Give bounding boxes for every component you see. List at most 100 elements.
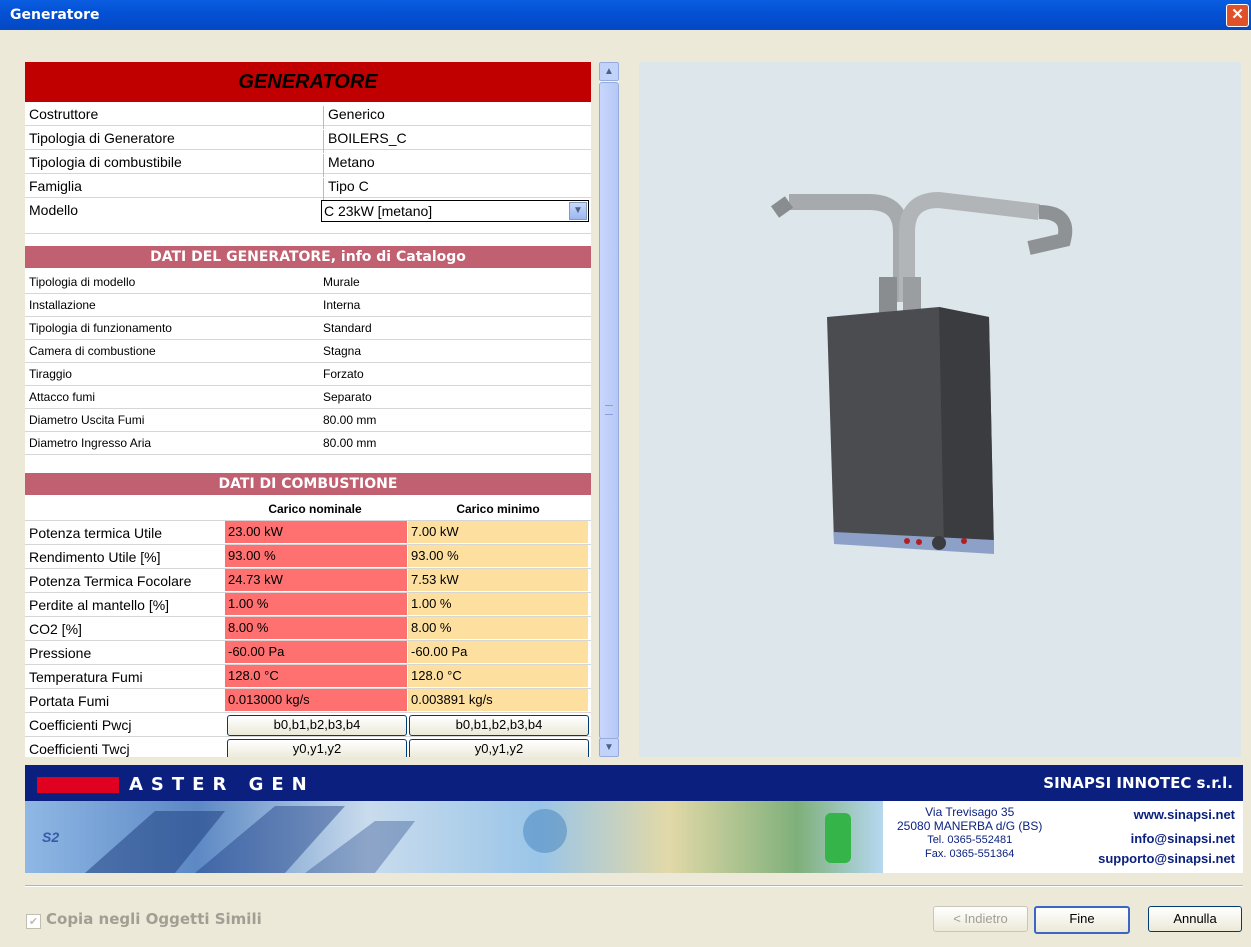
combustion-column-headers: Carico nominale Carico minimo <box>25 498 591 521</box>
row-value: Interna <box>323 298 361 312</box>
copy-similar-checkbox[interactable]: ✔ Copia negli Oggetti Simili <box>26 910 262 929</box>
row-label: Temperatura Fumi <box>29 669 143 685</box>
website-link[interactable]: www.sinapsi.net <box>1134 807 1235 822</box>
pwcj-nominal-button[interactable]: b0,b1,b2,b3,b4 <box>227 715 407 736</box>
minimum-value[interactable]: 128.0 °C <box>408 665 588 687</box>
minimum-value[interactable]: 7.53 kW <box>408 569 588 591</box>
checkmark-icon: ✔ <box>26 914 41 929</box>
minimum-value[interactable]: 7.00 kW <box>408 521 588 543</box>
modello-dropdown[interactable]: C 23kW [metano] ▼ <box>321 200 589 222</box>
row-value: Forzato <box>323 367 364 381</box>
catalog-row: Diametro Ingresso Aria 80.00 mm <box>25 432 591 455</box>
row-tipologia-generatore: Tipologia di Generatore BOILERS_C <box>25 126 591 153</box>
scroll-up-button[interactable]: ▲ <box>599 62 619 81</box>
twcj-nominal-button[interactable]: y0,y1,y2 <box>227 739 407 757</box>
row-label: Costruttore <box>29 106 99 122</box>
row-tipologia-combustibile: Tipologia di combustibile Metano <box>25 150 591 177</box>
row-label: Pressione <box>29 645 92 661</box>
row-value: Stagna <box>323 344 362 358</box>
row-label: CO2 [%] <box>29 621 82 637</box>
combustion-section-title: DATI DI COMBUSTIONE <box>25 473 591 495</box>
brand-red-bar <box>37 777 119 793</box>
grip-icon <box>605 405 613 415</box>
back-button[interactable]: < Indietro <box>933 906 1028 932</box>
coeff-row-twcj: Coefficienti Twcj y0,y1,y2 y0,y1,y2 <box>25 737 591 757</box>
row-label: Tipologia di combustibile <box>29 154 182 170</box>
row-label: Diametro Uscita Fumi <box>29 413 145 427</box>
cancel-button[interactable]: Annulla <box>1148 906 1242 932</box>
row-label: Famiglia <box>29 178 82 194</box>
window-title: Generatore <box>10 7 100 23</box>
catalog-row: Tiraggio Forzato <box>25 363 591 386</box>
twcj-minimum-button[interactable]: y0,y1,y2 <box>409 739 589 757</box>
catalog-row: Tipologia di modello Murale <box>25 271 591 294</box>
combustion-row: Rendimento Utile [%] 93.00 % 93.00 % <box>25 545 591 569</box>
nominal-value[interactable]: 93.00 % <box>225 545 407 567</box>
coeff-row-pwcj: Coefficienti Pwcj b0,b1,b2,b3,b4 b0,b1,b… <box>25 713 591 737</box>
row-label: Installazione <box>29 298 96 312</box>
company-banner: ASTER GEN SINAPSI INNOTEC s.r.l. S2 Via … <box>25 765 1243 873</box>
row-value: 80.00 mm <box>323 413 377 427</box>
combustion-row: Portata Fumi 0.013000 kg/s 0.003891 kg/s <box>25 689 591 713</box>
catalog-row: Installazione Interna <box>25 294 591 317</box>
row-value: Standard <box>323 321 372 335</box>
banner-header: ASTER GEN SINAPSI INNOTEC s.r.l. <box>25 765 1243 801</box>
minimum-value[interactable]: 8.00 % <box>408 617 588 639</box>
combustion-row: Perdite al mantello [%] 1.00 % 1.00 % <box>25 593 591 617</box>
row-label: Rendimento Utile [%] <box>29 549 161 565</box>
col-nominal-header: Carico nominale <box>268 502 362 516</box>
nominal-value[interactable]: -60.00 Pa <box>225 641 407 663</box>
finish-button[interactable]: Fine <box>1034 906 1130 934</box>
chevron-down-icon[interactable]: ▼ <box>569 202 587 220</box>
row-modello: Modello C 23kW [metano] ▼ <box>25 198 591 234</box>
scroll-thumb[interactable] <box>599 82 619 739</box>
row-label: Potenza Termica Focolare <box>29 573 192 589</box>
combustion-row: Temperatura Fumi 128.0 °C 128.0 °C <box>25 665 591 689</box>
catalog-row: Attacco fumi Separato <box>25 386 591 409</box>
row-label: Tipologia di modello <box>29 275 136 289</box>
catalog-section-title: DATI DEL GENERATORE, info di Catalogo <box>25 246 591 268</box>
chevron-down-icon: ▼ <box>604 742 614 753</box>
row-value: Murale <box>323 275 360 289</box>
footer-divider <box>25 885 1243 887</box>
vertical-scrollbar[interactable]: ▲ ▼ <box>599 62 619 757</box>
row-label: Attacco fumi <box>29 390 96 404</box>
close-button[interactable]: ✕ <box>1226 4 1249 27</box>
product-name: ASTER GEN <box>129 774 315 795</box>
minimum-value[interactable]: -60.00 Pa <box>408 641 588 663</box>
row-label: Portata Fumi <box>29 693 110 709</box>
minimum-value[interactable]: 1.00 % <box>408 593 588 615</box>
row-famiglia: Famiglia Tipo C <box>25 174 591 201</box>
row-label: Modello <box>29 202 79 218</box>
scroll-down-button[interactable]: ▼ <box>599 738 619 757</box>
support-email-link[interactable]: supporto@sinapsi.net <box>1098 851 1235 866</box>
nominal-value[interactable]: 24.73 kW <box>225 569 407 591</box>
catalog-row: Diametro Uscita Fumi 80.00 mm <box>25 409 591 432</box>
phone: Tel. 0365-552481 <box>927 834 1013 846</box>
title-bar: Generatore ✕ <box>0 0 1251 30</box>
nominal-value[interactable]: 23.00 kW <box>225 521 407 543</box>
row-label: Camera di combustione <box>29 344 156 358</box>
minimum-value[interactable]: 0.003891 kg/s <box>408 689 588 711</box>
row-label: Tiraggio <box>29 367 72 381</box>
nominal-value[interactable]: 1.00 % <box>225 593 407 615</box>
pwcj-minimum-button[interactable]: b0,b1,b2,b3,b4 <box>409 715 589 736</box>
address-line1: Via Trevisago 35 <box>925 805 1015 819</box>
combustion-row: CO2 [%] 8.00 % 8.00 % <box>25 617 591 641</box>
combustion-row: Potenza Termica Focolare 24.73 kW 7.53 kW <box>25 569 591 593</box>
catalog-row: Camera di combustione Stagna <box>25 340 591 363</box>
row-label: Perdite al mantello [%] <box>29 597 170 613</box>
minimum-value[interactable]: 93.00 % <box>408 545 588 567</box>
combustion-row: Pressione -60.00 Pa -60.00 Pa <box>25 641 591 665</box>
generator-panel: GENERATORE Costruttore Generico Tipologi… <box>25 62 591 757</box>
nominal-value[interactable]: 128.0 °C <box>225 665 407 687</box>
info-email-link[interactable]: info@sinapsi.net <box>1131 831 1235 846</box>
nominal-value[interactable]: 8.00 % <box>225 617 407 639</box>
company-name: SINAPSI INNOTEC s.r.l. <box>1043 774 1233 792</box>
catalog-row: Tipologia di funzionamento Standard <box>25 317 591 340</box>
banner-collage: S2 <box>25 801 883 873</box>
nominal-value[interactable]: 0.013000 kg/s <box>225 689 407 711</box>
boiler-preview <box>639 62 1241 757</box>
fax: Fax. 0365-551364 <box>925 848 1015 860</box>
boiler-icon <box>639 62 1241 757</box>
